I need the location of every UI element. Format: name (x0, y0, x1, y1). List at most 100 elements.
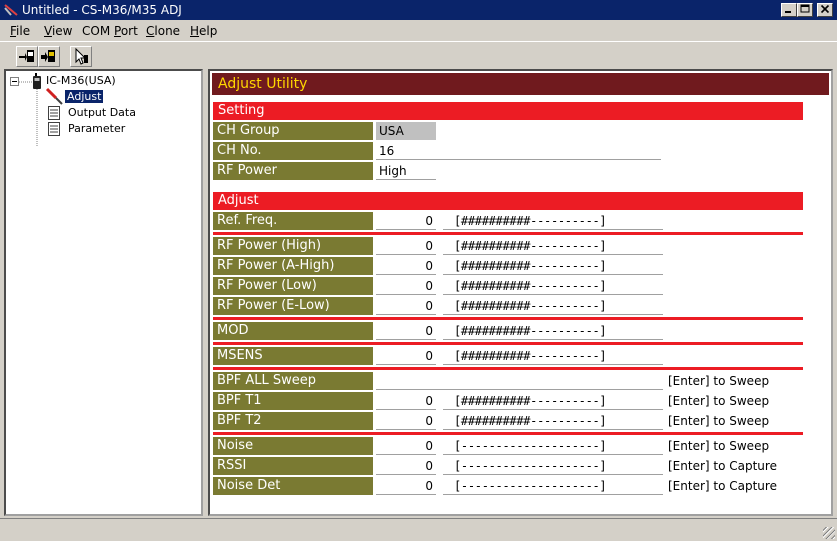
write-radio-button[interactable] (38, 46, 60, 67)
row-underline (376, 474, 436, 475)
adjust-level-bar: [--------------------] (454, 479, 607, 493)
tree-item-output-data[interactable]: Output Data (68, 106, 136, 119)
adjust-value: 0 (425, 259, 433, 273)
adjust-level-bar: [##########----------] (454, 259, 607, 273)
setting-label: CH Group (213, 122, 373, 140)
group-separator (213, 432, 803, 435)
menu-com-port[interactable]: COM Port (82, 24, 138, 38)
adjust-label: Noise Det (213, 477, 373, 495)
toolbar (0, 41, 837, 70)
menu-help[interactable]: Help (190, 24, 217, 38)
adjust-value: 0 (425, 459, 433, 473)
row-underline (376, 314, 436, 315)
row-underline (443, 494, 663, 495)
adjust-label: BPF T2 (213, 412, 373, 430)
group-separator (213, 367, 803, 370)
tree-item-parameter[interactable]: Parameter (68, 122, 125, 135)
help-pointer-icon (75, 47, 88, 65)
adjust-label: BPF T1 (213, 392, 373, 410)
row-underline (376, 179, 436, 180)
adjust-action: [Enter] to Sweep (668, 414, 770, 428)
ch-group-value[interactable]: USA (376, 122, 436, 140)
help-pointer-button[interactable] (70, 46, 92, 67)
adjust-action: [Enter] to Sweep (668, 374, 770, 388)
tree-vertical-connector (36, 89, 38, 147)
adjust-value: 0 (425, 279, 433, 293)
read-from-radio-icon (19, 50, 34, 62)
app-icon (4, 4, 18, 16)
adjust-label: MOD (213, 322, 373, 340)
setting-section-header: Setting (213, 102, 803, 120)
collapse-icon[interactable] (10, 77, 19, 86)
adjust-section-header: Adjust (213, 192, 803, 210)
adjust-action: [Enter] to Capture (668, 479, 777, 493)
row-underline (443, 364, 663, 365)
row-underline (443, 294, 663, 295)
adjust-action: [Enter] to Sweep (668, 394, 770, 408)
row-underline (376, 389, 663, 390)
adjust-level-bar: [##########----------] (454, 279, 607, 293)
row-underline (443, 274, 663, 275)
close-button[interactable] (817, 3, 833, 17)
parameter-icon (48, 122, 60, 136)
adjust-value: 0 (425, 414, 433, 428)
adjust-level-bar: [--------------------] (454, 439, 607, 453)
row-underline (376, 274, 436, 275)
menu-clone[interactable]: Clone (146, 24, 180, 38)
adjust-label: RF Power (A-High) (213, 257, 373, 275)
write-to-radio-icon (41, 50, 55, 62)
adjust-level-bar: [##########----------] (454, 349, 607, 363)
row-underline (443, 454, 663, 455)
maximize-button[interactable] (797, 3, 813, 17)
setting-label: CH No. (213, 142, 373, 160)
adjust-level-bar: [##########----------] (454, 239, 607, 253)
adjust-level-bar: [--------------------] (454, 459, 607, 473)
adjust-label: RSSI (213, 457, 373, 475)
tree-connector (19, 81, 33, 83)
row-underline (376, 494, 436, 495)
menu-file[interactable]: File (10, 24, 30, 38)
row-underline (376, 429, 436, 430)
adjust-label: Ref. Freq. (213, 212, 373, 230)
window-title: Untitled - CS-M36/M35 ADJ (22, 3, 182, 17)
adjust-label: RF Power (E-Low) (213, 297, 373, 315)
menu-view[interactable]: View (44, 24, 72, 38)
row-underline (443, 474, 663, 475)
adjust-value: 0 (425, 479, 433, 493)
adjust-level-bar: [##########----------] (454, 394, 607, 408)
row-underline (376, 364, 436, 365)
adjust-label: RF Power (High) (213, 237, 373, 255)
menu-bar: File View COM Port Clone Help (0, 20, 837, 41)
group-separator (213, 232, 803, 235)
maximize-icon (800, 4, 810, 13)
ch-no-value[interactable]: 16 (376, 142, 436, 160)
status-bar (0, 518, 837, 541)
read-radio-button[interactable] (16, 46, 38, 67)
tree-root-label[interactable]: IC-M36(USA) (46, 74, 116, 87)
row-underline (443, 339, 663, 340)
adjust-level-bar: [##########----------] (454, 324, 607, 338)
adjust-value: 0 (425, 439, 433, 453)
row-underline (443, 409, 663, 410)
radio-device-icon (33, 73, 41, 89)
setting-label: RF Power (213, 162, 373, 180)
rf-power-value[interactable]: High (376, 162, 436, 180)
group-separator (213, 317, 803, 320)
adjust-level-bar: [##########----------] (454, 214, 607, 228)
row-underline (443, 229, 663, 230)
adjust-value: 0 (425, 324, 433, 338)
device-tree: IC-M36(USA) Adjust Output Data Parameter (4, 69, 203, 516)
adjust-value: 0 (425, 349, 433, 363)
resize-grip-icon[interactable] (823, 527, 835, 539)
adjust-value: 0 (425, 214, 433, 228)
row-underline (376, 294, 436, 295)
minimize-button[interactable] (781, 3, 797, 17)
adjust-panel: Adjust Utility Setting CH Group USA CH N… (208, 69, 833, 516)
adjust-value: 0 (425, 239, 433, 253)
row-underline (443, 314, 663, 315)
row-underline (376, 159, 661, 160)
adjust-label: BPF ALL Sweep (213, 372, 373, 390)
adjust-value: 0 (425, 299, 433, 313)
tree-item-adjust[interactable]: Adjust (65, 90, 104, 103)
row-underline (443, 254, 663, 255)
